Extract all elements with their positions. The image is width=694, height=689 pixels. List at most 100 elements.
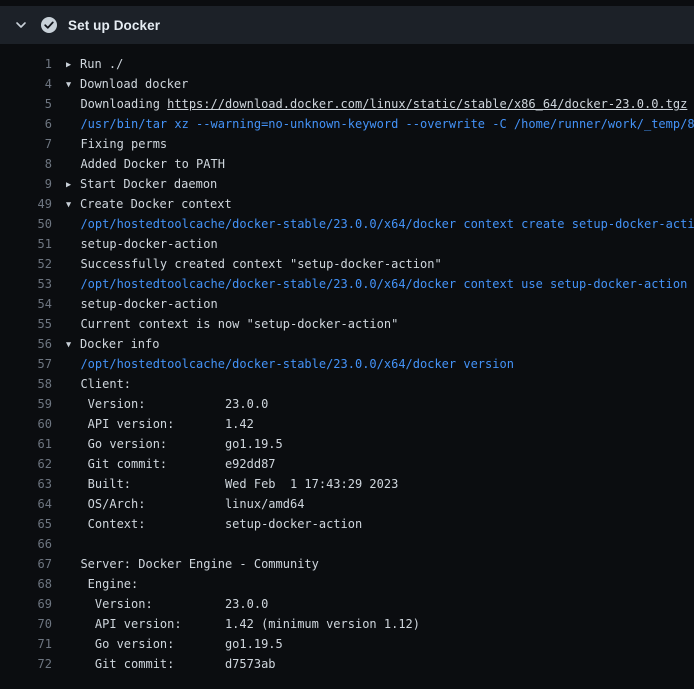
log-line: 54 setup-docker-action bbox=[0, 294, 694, 314]
line-number[interactable]: 53 bbox=[0, 274, 52, 294]
log-line: 58 Client: bbox=[0, 374, 694, 394]
line-number[interactable]: 59 bbox=[0, 394, 52, 414]
log-text: Version: 23.0.0 bbox=[66, 594, 694, 614]
log-line: 64 OS/Arch: linux/amd64 bbox=[0, 494, 694, 514]
log-command: /usr/bin/tar xz --warning=no-unknown-key… bbox=[66, 114, 694, 134]
line-number[interactable]: 5 bbox=[0, 94, 52, 114]
log-line: 51 setup-docker-action bbox=[0, 234, 694, 254]
log-text: setup-docker-action bbox=[66, 294, 694, 314]
line-number[interactable]: 67 bbox=[0, 554, 52, 574]
line-number[interactable]: 68 bbox=[0, 574, 52, 594]
line-number[interactable]: 7 bbox=[0, 134, 52, 154]
log-text: Current context is now "setup-docker-act… bbox=[66, 314, 694, 334]
step-header[interactable]: Set up Docker bbox=[0, 6, 694, 44]
line-number[interactable]: 6 bbox=[0, 114, 52, 134]
log-text: Downloading https://download.docker.com/… bbox=[66, 94, 694, 114]
log-line: 59 Version: 23.0.0 bbox=[0, 394, 694, 414]
log-text: OS/Arch: linux/amd64 bbox=[66, 494, 694, 514]
log-line: 1 ▶Run ./ bbox=[0, 54, 694, 74]
log-line: 4 ▼Download docker bbox=[0, 74, 694, 94]
log-text: Git commit: d7573ab bbox=[66, 654, 694, 674]
group-label: Run ./ bbox=[80, 57, 123, 71]
line-number[interactable]: 52 bbox=[0, 254, 52, 274]
log-text bbox=[66, 534, 694, 554]
log-line: 72 Git commit: d7573ab bbox=[0, 654, 694, 674]
log-link[interactable]: https://download.docker.com/linux/static… bbox=[167, 97, 687, 111]
line-number[interactable]: 49 bbox=[0, 194, 52, 214]
log-line: 70 API version: 1.42 (minimum version 1.… bbox=[0, 614, 694, 634]
line-number[interactable]: 8 bbox=[0, 154, 52, 174]
line-number[interactable]: 54 bbox=[0, 294, 52, 314]
line-number[interactable]: 60 bbox=[0, 414, 52, 434]
log-group-toggle[interactable]: ▼Download docker bbox=[66, 74, 694, 94]
log-text: API version: 1.42 (minimum version 1.12) bbox=[66, 614, 694, 634]
log-text: Fixing perms bbox=[66, 134, 694, 154]
log-group-toggle[interactable]: ▼Create Docker context bbox=[66, 194, 694, 214]
log-command: /opt/hostedtoolcache/docker-stable/23.0.… bbox=[66, 274, 694, 294]
line-number[interactable]: 62 bbox=[0, 454, 52, 474]
line-number[interactable]: 72 bbox=[0, 654, 52, 674]
log-group-toggle[interactable]: ▼Docker info bbox=[66, 334, 694, 354]
log-line: 67 Server: Docker Engine - Community bbox=[0, 554, 694, 574]
log-text: Go version: go1.19.5 bbox=[66, 434, 694, 454]
log-line: 60 API version: 1.42 bbox=[0, 414, 694, 434]
line-number[interactable]: 4 bbox=[0, 74, 52, 94]
log-line: 62 Git commit: e92dd87 bbox=[0, 454, 694, 474]
line-number[interactable]: 58 bbox=[0, 374, 52, 394]
line-number[interactable]: 65 bbox=[0, 514, 52, 534]
line-number[interactable]: 56 bbox=[0, 334, 52, 354]
log-command: /opt/hostedtoolcache/docker-stable/23.0.… bbox=[66, 214, 694, 234]
log-text: Go version: go1.19.5 bbox=[66, 634, 694, 654]
triangle-right-icon: ▶ bbox=[66, 55, 80, 74]
line-number[interactable]: 50 bbox=[0, 214, 52, 234]
log-line: 7 Fixing perms bbox=[0, 134, 694, 154]
triangle-down-icon: ▼ bbox=[66, 335, 80, 354]
log-line: 8 Added Docker to PATH bbox=[0, 154, 694, 174]
group-label: Docker info bbox=[80, 337, 159, 351]
log-line: 68 Engine: bbox=[0, 574, 694, 594]
log-command: /opt/hostedtoolcache/docker-stable/23.0.… bbox=[66, 354, 694, 374]
log-line: 65 Context: setup-docker-action bbox=[0, 514, 694, 534]
log-group-toggle[interactable]: ▶Start Docker daemon bbox=[66, 174, 694, 194]
log-line: 56 ▼Docker info bbox=[0, 334, 694, 354]
line-number[interactable]: 1 bbox=[0, 54, 52, 74]
line-number[interactable]: 9 bbox=[0, 174, 52, 194]
line-number[interactable]: 57 bbox=[0, 354, 52, 374]
line-number[interactable]: 63 bbox=[0, 474, 52, 494]
group-label: Start Docker daemon bbox=[80, 177, 217, 191]
triangle-down-icon: ▼ bbox=[66, 75, 80, 94]
triangle-right-icon: ▶ bbox=[66, 175, 80, 194]
line-number[interactable]: 55 bbox=[0, 314, 52, 334]
line-number[interactable]: 70 bbox=[0, 614, 52, 634]
log-text: Built: Wed Feb 1 17:43:29 2023 bbox=[66, 474, 694, 494]
log-text: Client: bbox=[66, 374, 694, 394]
line-number[interactable]: 61 bbox=[0, 434, 52, 454]
log-line: 55 Current context is now "setup-docker-… bbox=[0, 314, 694, 334]
log-text: Context: setup-docker-action bbox=[66, 514, 694, 534]
log-text: Downloading bbox=[66, 97, 167, 111]
line-number[interactable]: 64 bbox=[0, 494, 52, 514]
log-line: 63 Built: Wed Feb 1 17:43:29 2023 bbox=[0, 474, 694, 494]
group-label: Download docker bbox=[80, 77, 188, 91]
log-line: 50 /opt/hostedtoolcache/docker-stable/23… bbox=[0, 214, 694, 234]
log-line: 71 Go version: go1.19.5 bbox=[0, 634, 694, 654]
line-number[interactable]: 66 bbox=[0, 534, 52, 554]
triangle-down-icon: ▼ bbox=[66, 195, 80, 214]
log-line: 53 /opt/hostedtoolcache/docker-stable/23… bbox=[0, 274, 694, 294]
log-group-toggle[interactable]: ▶Run ./ bbox=[66, 54, 694, 74]
step-title: Set up Docker bbox=[68, 18, 160, 33]
log-line: 57 /opt/hostedtoolcache/docker-stable/23… bbox=[0, 354, 694, 374]
line-number[interactable]: 51 bbox=[0, 234, 52, 254]
group-label: Create Docker context bbox=[80, 197, 232, 211]
log-text: Successfully created context "setup-dock… bbox=[66, 254, 694, 274]
line-number[interactable]: 71 bbox=[0, 634, 52, 654]
log-text: Added Docker to PATH bbox=[66, 154, 694, 174]
log-line: 69 Version: 23.0.0 bbox=[0, 594, 694, 614]
log-text: Version: 23.0.0 bbox=[66, 394, 694, 414]
log-line: 66 bbox=[0, 534, 694, 554]
log-text: Server: Docker Engine - Community bbox=[66, 554, 694, 574]
chevron-down-icon[interactable] bbox=[14, 18, 28, 32]
log-lines: 1▶Run ./4▼Download docker5 Downloading h… bbox=[0, 44, 694, 674]
line-number[interactable]: 69 bbox=[0, 594, 52, 614]
log-text: setup-docker-action bbox=[66, 234, 694, 254]
